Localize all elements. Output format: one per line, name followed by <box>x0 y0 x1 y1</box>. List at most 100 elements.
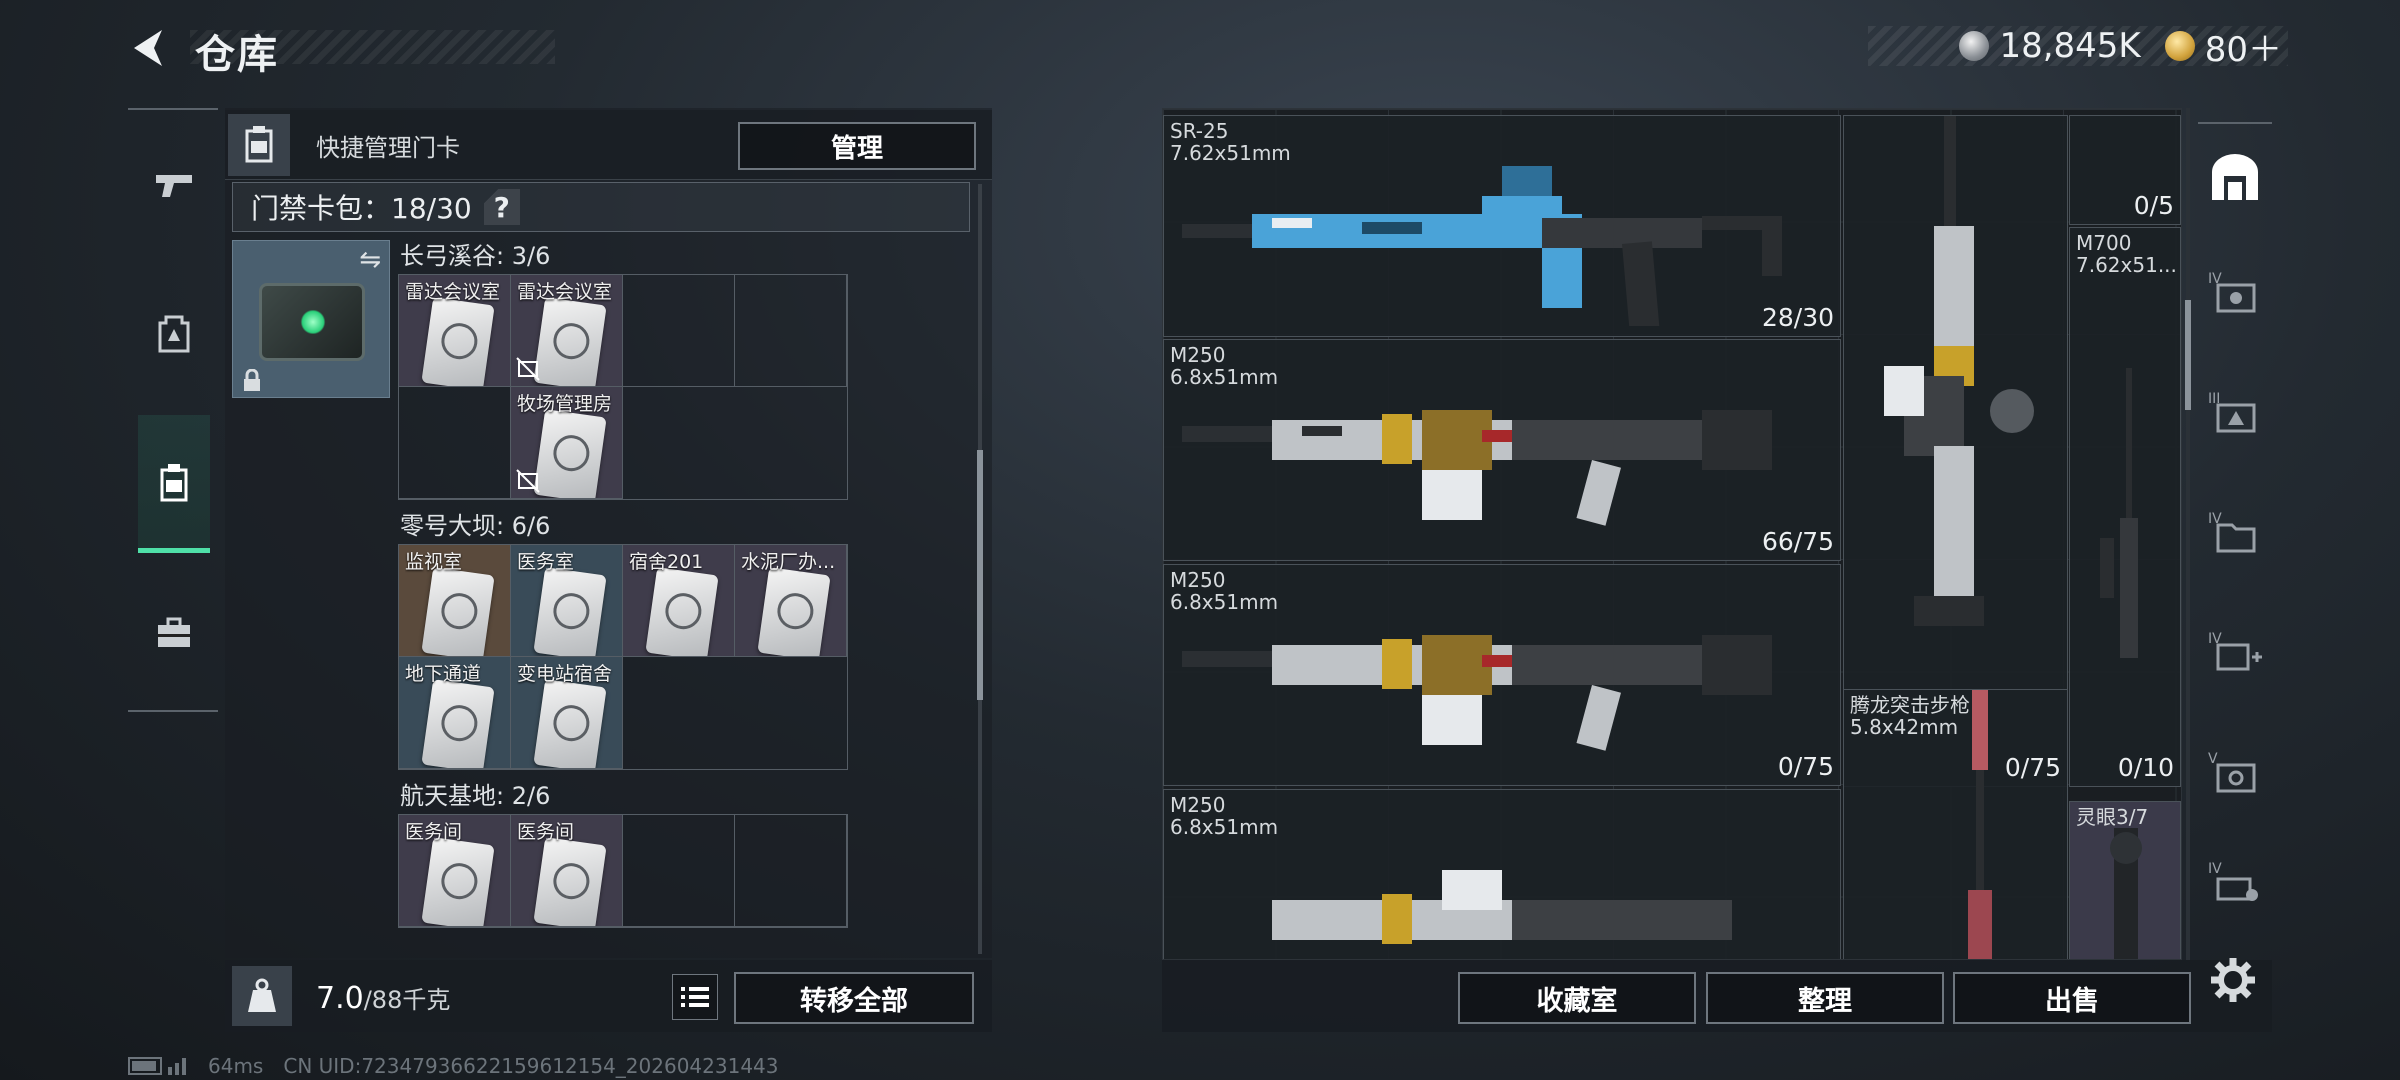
nav-weapons[interactable] <box>138 130 210 240</box>
keycard-slot-empty[interactable] <box>399 387 511 499</box>
house-icon <box>2212 154 2258 200</box>
swap-icon[interactable]: ⇋ <box>359 245 381 275</box>
status-row: 64ms CN UID:72347936622159612154_2026042… <box>128 1054 779 1078</box>
keycard-name: 医务间 <box>517 821 575 843</box>
weight-icon-box <box>232 966 292 1026</box>
weight-icon <box>248 978 276 1012</box>
keycard-name: 医务间 <box>405 821 463 843</box>
item-name: M250 6.8x51mm <box>1170 343 1279 389</box>
group-title-dam: 零号大坝: 6/6 <box>400 512 551 540</box>
keycard-slot[interactable]: 雷达会议室 <box>399 275 511 387</box>
keycard-slot[interactable]: 医务间 <box>511 815 623 927</box>
keycard-slot-empty[interactable] <box>735 815 847 927</box>
keycard-image <box>421 837 495 926</box>
group-title-changgong: 长弓溪谷: 3/6 <box>400 242 551 270</box>
keycard-case-slot[interactable]: ⇋ <box>232 240 390 398</box>
storage-tab-misc[interactable]: IV <box>2198 828 2272 938</box>
keycard-name: 医务室 <box>517 551 575 573</box>
backpack-icon <box>158 315 190 353</box>
keycard-name: 牧场管理房 <box>517 393 613 415</box>
keycard-slot[interactable]: 宿舍201 <box>623 545 735 657</box>
keycard-name: 宿舍201 <box>629 551 704 573</box>
keycard-grid-dam: 监视室 医务室 宿舍201 水泥厂办... 地下通道 变电站宿舍 <box>398 544 848 770</box>
keycard-scroll-thumb[interactable] <box>977 450 983 700</box>
storage-tab-medical[interactable]: IV <box>2198 598 2272 708</box>
keycard-slot-empty[interactable] <box>623 275 735 387</box>
keycard-image <box>533 679 607 768</box>
keycard-name: 监视室 <box>405 551 463 573</box>
storage-box-icon: III <box>2208 391 2256 433</box>
nav-supplies[interactable] <box>138 578 210 688</box>
item-name: 灵眼3/7 <box>2076 805 2149 829</box>
transfer-all-button[interactable]: 转移全部 <box>734 972 974 1024</box>
keycard-image <box>533 567 607 656</box>
storage-item-m250[interactable]: M250 6.8x51mm 0/75 <box>1163 564 1841 786</box>
gold-balance: 80＋ <box>2204 29 2282 70</box>
weight-current: 7.0 <box>316 981 364 1016</box>
keycard-image <box>533 837 607 926</box>
keycard-slot[interactable]: 医务间 <box>399 815 511 927</box>
help-icon[interactable]: ? <box>483 189 520 225</box>
storage-item-scope[interactable]: 灵眼3/7 <box>2069 801 2181 959</box>
sort-button[interactable]: 整理 <box>1706 972 1944 1024</box>
keycard-slot[interactable]: 牧场管理房 <box>511 387 623 499</box>
keycard-slot[interactable]: 雷达会议室 <box>511 275 623 387</box>
keycard-slot[interactable]: 医务室 <box>511 545 623 657</box>
storage-tab-all[interactable] <box>2198 122 2272 232</box>
svg-text:IV: IV <box>2208 861 2222 877</box>
nav-gear[interactable] <box>138 278 210 388</box>
storage-box-icon: IV <box>2208 511 2256 553</box>
storage-tab-nav: IV III IV IV V IV <box>2198 108 2272 960</box>
keycard-slot-empty[interactable] <box>735 275 847 387</box>
storage-item-sr25[interactable]: SR-25 7.62x51mm 28/30 <box>1163 115 1841 337</box>
silver-balance: 18,845K <box>1999 26 2141 66</box>
keycard-name: 水泥厂办... <box>741 551 836 573</box>
keycard-slot[interactable]: 地下通道 <box>399 657 511 769</box>
no-trade-icon <box>516 469 540 493</box>
storage-box-icon: V <box>2208 751 2256 793</box>
lock-icon <box>244 369 260 391</box>
storage-item-m700[interactable]: M700 7.62x51... 0/10 <box>2069 227 2181 787</box>
keycard-image <box>421 679 495 768</box>
keycard-image <box>533 297 607 386</box>
list-view-button[interactable] <box>672 974 718 1020</box>
keycard-image <box>757 567 831 656</box>
nav-keycards[interactable] <box>138 415 210 553</box>
keycard-name: 雷达会议室 <box>405 281 501 303</box>
quick-manage-label: 快捷管理门卡 <box>316 134 460 162</box>
weight-max: /88千克 <box>363 986 451 1014</box>
keycard-image <box>645 567 719 656</box>
storage-tab-armor[interactable]: V <box>2198 718 2272 828</box>
back-arrow-icon[interactable] <box>128 26 168 70</box>
settings-gear-icon[interactable] <box>2208 955 2258 1005</box>
keycard-slot[interactable]: 监视室 <box>399 545 511 657</box>
item-name: M250 6.8x51mm <box>1170 568 1279 614</box>
list-icon <box>681 987 709 1007</box>
lmg-image <box>1182 410 1772 526</box>
uid-text: CN UID:72347936622159612154_202604231443 <box>283 1054 779 1078</box>
storage-tab-folder[interactable]: IV <box>2198 478 2272 588</box>
storage-scrollbar[interactable] <box>2186 108 2190 960</box>
no-trade-icon <box>516 357 540 381</box>
collection-room-button[interactable]: 收藏室 <box>1458 972 1696 1024</box>
keycard-slot[interactable]: 变电站宿舍 <box>511 657 623 769</box>
storage-item-m250[interactable]: M250 6.8x51mm 66/75 <box>1163 339 1841 561</box>
item-ammo: 0/75 <box>1777 752 1834 781</box>
storage-box-icon: IV <box>2208 271 2256 313</box>
sell-button[interactable]: 出售 <box>1953 972 2191 1024</box>
manage-button[interactable]: 管理 <box>738 122 976 170</box>
storage-tab-3[interactable]: III <box>2198 358 2272 468</box>
storage-tab-4[interactable]: IV <box>2198 238 2272 348</box>
storage-item-m250[interactable]: M250 6.8x51mm <box>1163 789 1841 959</box>
storage-item-lmg-upright[interactable]: 0/75 <box>1843 115 2068 787</box>
storage-grid: SR-25 7.62x51mm 28/30 M250 6.8x51mm 66/7… <box>1162 108 2182 960</box>
keycard-slot[interactable]: 水泥厂办... <box>735 545 847 657</box>
keycard-slot-empty[interactable] <box>623 815 735 927</box>
storage-item-tenglong-rifle[interactable]: 腾龙突击步枪 5.8x42mm <box>1843 689 2068 959</box>
storage-box-icon: IV <box>2208 631 2262 671</box>
storage-item-ammo-box[interactable]: 0/5 <box>2069 115 2181 225</box>
item-name: 腾龙突击步枪 5.8x42mm <box>1850 693 1970 739</box>
storage-scroll-thumb[interactable] <box>2185 300 2191 410</box>
keycard-holder-icon <box>160 463 188 501</box>
keycard-name: 变电站宿舍 <box>517 663 613 685</box>
